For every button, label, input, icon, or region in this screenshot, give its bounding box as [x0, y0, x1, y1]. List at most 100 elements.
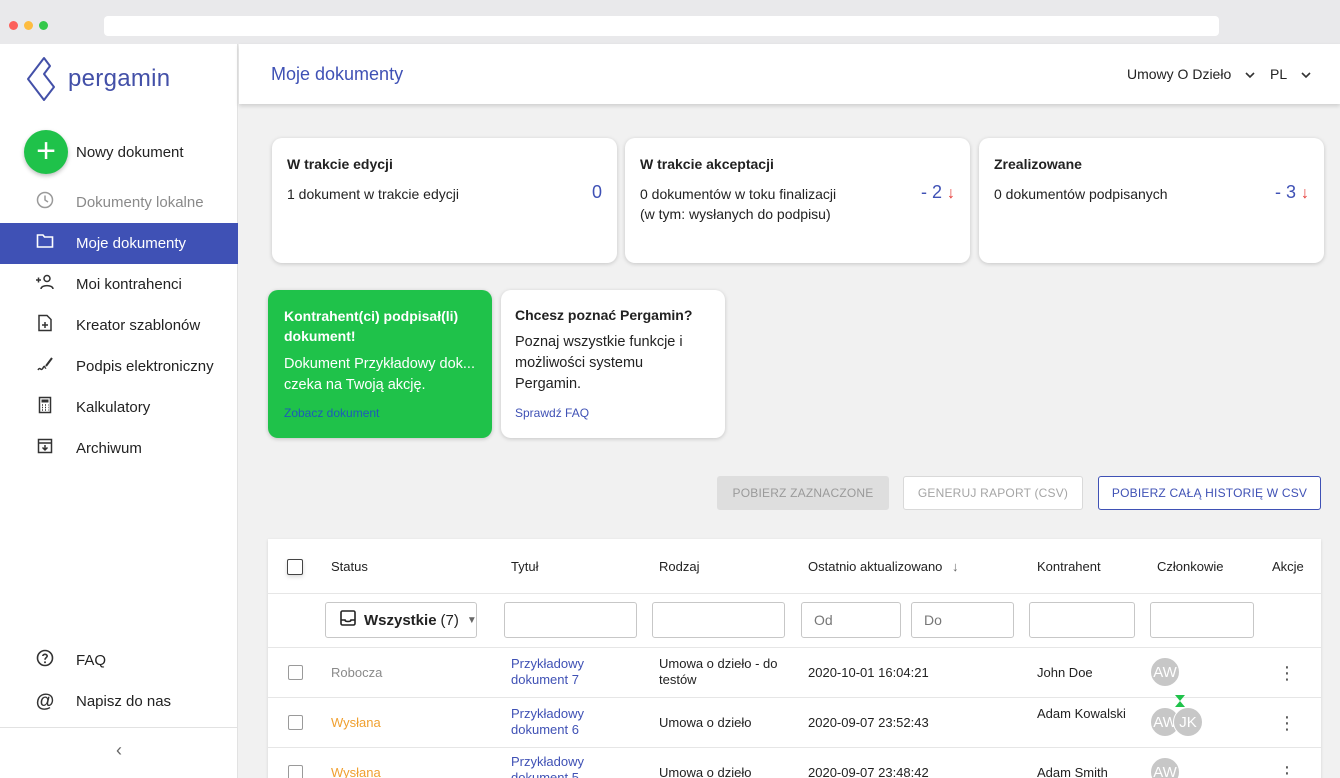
row-contractor: John Doe	[1037, 665, 1093, 680]
check-faq-link[interactable]: Sprawdź FAQ	[515, 406, 589, 420]
row-checkbox[interactable]	[288, 765, 303, 778]
sidebar-item-label: FAQ	[76, 652, 107, 669]
stat-card-count: - 2 ↓	[920, 182, 955, 202]
folder-icon	[34, 233, 56, 254]
column-header-updated[interactable]: Ostatnio aktualizowano ↓	[808, 559, 959, 574]
caret-down-icon: ▼	[466, 614, 477, 626]
download-selected-button[interactable]: POBIERZ ZAZNACZONE	[717, 476, 889, 510]
language-select[interactable]: PL	[1270, 66, 1311, 82]
sidebar-item-calculators[interactable]: Kalkulatory	[0, 387, 238, 428]
faq-info-card: Chcesz poznać Pergamin? Poznaj wszystkie…	[501, 290, 725, 438]
chevron-down-icon	[1300, 66, 1311, 82]
stat-card-completed: Zrealizowane 0 dokumentów podpisanych - …	[979, 138, 1324, 263]
row-title-link[interactable]: Przykładowy dokument 7	[511, 656, 611, 688]
new-document-label: Nowy dokument	[76, 143, 184, 161]
column-header-type[interactable]: Rodzaj	[659, 559, 699, 574]
sidebar-item-label: Moi kontrahenci	[76, 276, 182, 293]
row-checkbox[interactable]	[288, 665, 303, 680]
inbox-icon	[340, 610, 356, 630]
top-header: Moje dokumenty Umowy O Dzieło PL	[239, 44, 1340, 104]
row-type: Umowa o dzieło	[659, 765, 752, 778]
row-title-link[interactable]: Przykładowy dokument 5	[511, 754, 611, 778]
collapse-sidebar-button[interactable]: ‹	[0, 727, 238, 771]
title-filter-input[interactable]	[504, 602, 637, 638]
add-person-icon	[34, 274, 56, 295]
arrow-down-icon: ↓	[1301, 185, 1309, 202]
sidebar-item-faq[interactable]: FAQ	[0, 640, 238, 681]
info-title: Chcesz poznać Pergamin?	[515, 307, 693, 323]
filter-row: Wszystkie (7) ▼ Od Do	[268, 593, 1321, 647]
sidebar-item-my-contractors[interactable]: Moi kontrahenci	[0, 264, 238, 305]
sidebar-item-label: Podpis elektroniczny	[76, 358, 214, 375]
logo[interactable]: pergamin	[24, 54, 170, 104]
date-to-input[interactable]: Do	[911, 602, 1014, 638]
page-title: Moje dokumenty	[271, 64, 404, 84]
sidebar-item-label: Kreator szablonów	[76, 317, 201, 334]
status-filter-value: Wszystkie	[364, 611, 437, 629]
plus-icon[interactable]: +	[24, 130, 68, 174]
notice-title: Kontrahent(ci) podpisał(li) dokument!	[284, 308, 459, 344]
date-from-input[interactable]: Od	[801, 602, 901, 638]
stat-card-title: W trakcie edycji	[287, 156, 393, 172]
sidebar-item-label: Archiwum	[76, 440, 142, 457]
contractor-filter-input[interactable]	[1029, 602, 1135, 638]
row-status: Wysłana	[331, 765, 381, 778]
avatar: AW	[1150, 657, 1180, 687]
category-select[interactable]: Umowy O Dzieło	[1127, 66, 1255, 82]
column-header-title[interactable]: Tytuł	[511, 559, 538, 574]
row-title-link[interactable]: Przykładowy dokument 6	[511, 706, 611, 738]
minimize-window-dot[interactable]	[24, 21, 33, 30]
type-filter-input[interactable]	[652, 602, 785, 638]
pergamin-logo-icon	[27, 57, 55, 101]
sidebar-item-label: Napisz do nas	[76, 693, 172, 710]
download-history-button[interactable]: POBIERZ CAŁĄ HISTORIĘ W CSV	[1098, 476, 1321, 510]
stat-card-text: 0 dokumentów w toku finalizacji (w tym: …	[640, 186, 837, 222]
notice-text: Dokument Przykładowy dok... czeka na Two…	[284, 356, 475, 393]
view-document-link[interactable]: Zobacz dokument	[284, 406, 379, 420]
archive-icon	[34, 438, 56, 459]
members-filter-input[interactable]	[1150, 602, 1254, 638]
avatar: JK	[1173, 707, 1203, 737]
row-contractor: Adam Smith	[1037, 765, 1108, 778]
add-file-icon	[34, 314, 56, 337]
row-updated: 2020-09-07 23:48:42	[808, 765, 929, 778]
address-bar[interactable]	[104, 16, 1219, 36]
chevron-down-icon	[1245, 66, 1255, 82]
clock-icon	[34, 191, 56, 214]
table-row[interactable]: Wysłana Przykładowy dokument 6 Umowa o d…	[268, 695, 1321, 747]
maximize-window-dot[interactable]	[39, 21, 48, 30]
sidebar-item-contact-us[interactable]: @ Napisz do nas	[0, 681, 238, 722]
column-header-status[interactable]: Status	[331, 559, 368, 574]
more-vert-icon[interactable]: ⋮	[1278, 714, 1296, 732]
documents-table: Status Tytuł Rodzaj Ostatnio aktualizowa…	[268, 539, 1321, 778]
table-row[interactable]: Robocza Przykładowy dokument 7 Umowa o d…	[268, 647, 1321, 697]
column-header-contractor[interactable]: Kontrahent	[1037, 559, 1101, 574]
stat-card-text: 0 dokumentów podpisanych	[994, 186, 1168, 202]
sidebar-bottom: FAQ @ Napisz do nas	[0, 640, 238, 722]
close-window-dot[interactable]	[9, 21, 18, 30]
status-filter-select[interactable]: Wszystkie (7) ▼	[325, 602, 477, 638]
signed-notice-card: Kontrahent(ci) podpisał(li) dokument! Do…	[268, 290, 492, 438]
select-all-checkbox[interactable]	[287, 559, 303, 575]
table-row[interactable]: Wysłana Przykładowy dokument 5 Umowa o d…	[268, 747, 1321, 778]
more-vert-icon[interactable]: ⋮	[1278, 664, 1296, 682]
stat-card-acceptance: W trakcie akceptacji 0 dokumentów w toku…	[625, 138, 970, 263]
sidebar-item-local-documents[interactable]: Dokumenty lokalne	[0, 182, 238, 223]
sort-arrow-down-icon: ↓	[952, 559, 959, 574]
new-document-button[interactable]: + Nowy dokument	[24, 130, 184, 174]
stat-card-editing: W trakcie edycji 1 dokument w trakcie ed…	[272, 138, 617, 263]
column-header-members[interactable]: Członkowie	[1157, 559, 1223, 574]
sidebar-item-my-documents[interactable]: Moje dokumenty	[0, 223, 238, 264]
row-checkbox[interactable]	[288, 715, 303, 730]
row-updated: 2020-09-07 23:52:43	[808, 715, 929, 730]
language-select-value: PL	[1270, 66, 1287, 82]
generate-report-button[interactable]: GENERUJ RAPORT (CSV)	[903, 476, 1083, 510]
sidebar-item-archive[interactable]: Archiwum	[0, 428, 238, 469]
row-status: Wysłana	[331, 715, 381, 730]
sidebar-item-electronic-signature[interactable]: Podpis elektroniczny	[0, 346, 238, 387]
status-filter-count: (7)	[440, 611, 459, 629]
more-vert-icon[interactable]: ⋮	[1278, 764, 1296, 778]
sidebar-item-template-creator[interactable]: Kreator szablonów	[0, 305, 238, 346]
sidebar-item-label: Dokumenty lokalne	[76, 194, 204, 211]
info-text: Poznaj wszystkie funkcje i możliwości sy…	[515, 334, 683, 392]
